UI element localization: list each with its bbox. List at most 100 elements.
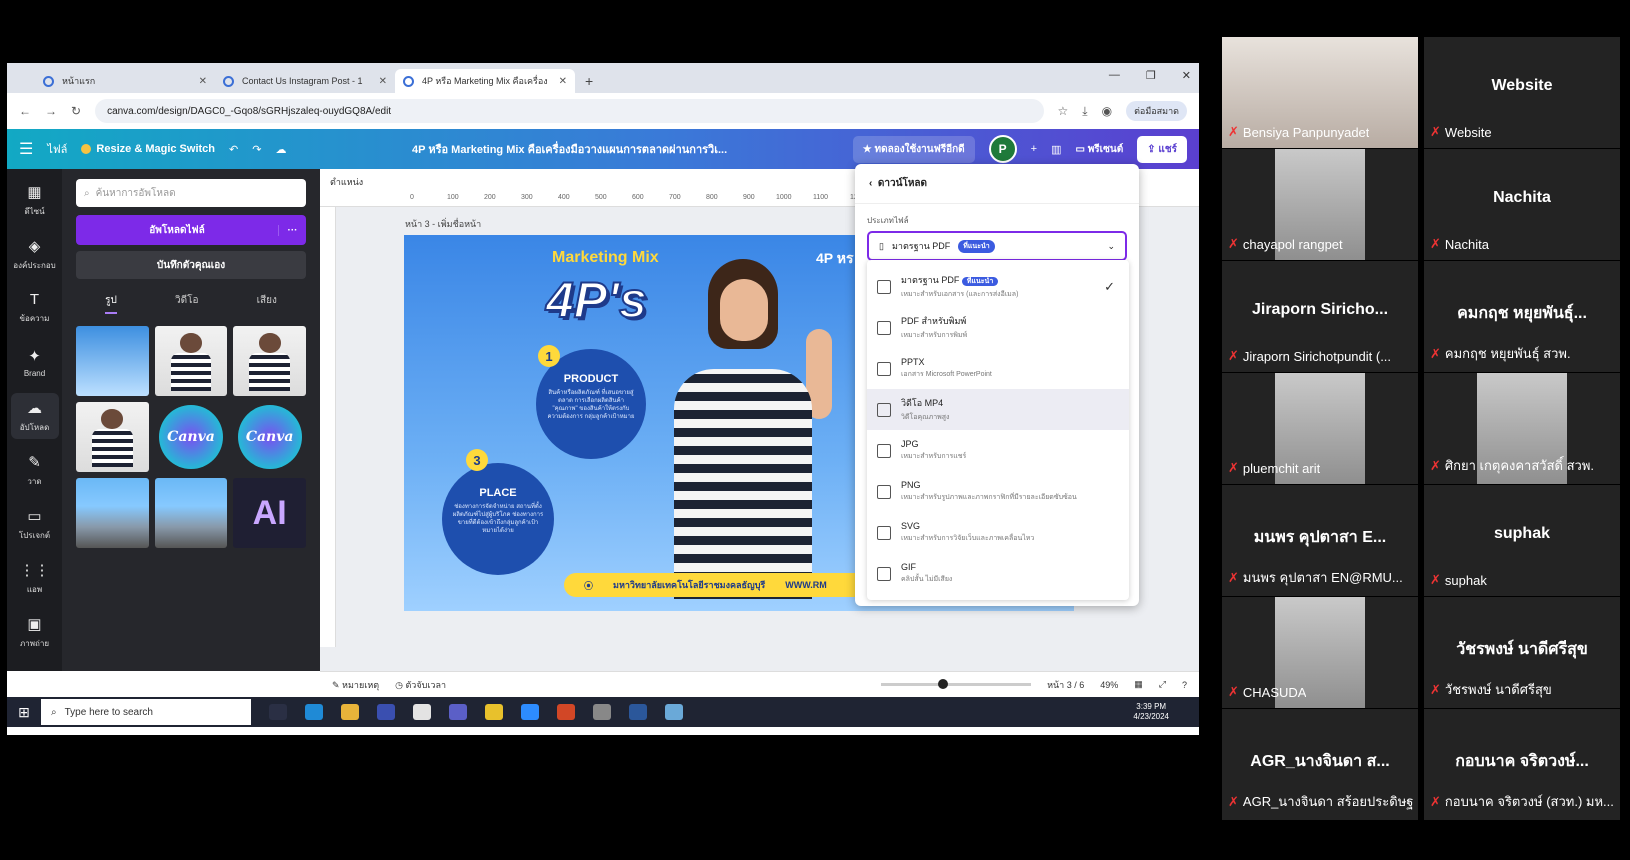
forward-icon[interactable]: → [45,104,57,118]
notes-button[interactable]: ✎ หมายเหตุ [332,678,379,692]
restore-icon[interactable]: ❐ [1146,69,1156,82]
notepad-icon[interactable] [665,704,683,720]
tab-videos[interactable]: วิดีโอ [175,293,199,314]
participant-tile[interactable]: ✗ ศิกยา เกตุคงคาสวัสดิ์ สวพ. [1424,373,1620,484]
teams-icon[interactable] [449,704,467,720]
rail-draw[interactable]: ✎ วาด [11,447,59,493]
minimize-icon[interactable]: — [1109,69,1120,82]
participant-tile[interactable]: AGR_นางจินดา ส... ✗ AGR_นางจินดา สร้อยประด… [1222,709,1418,820]
rail-projects[interactable]: ▭ โปรเจกต์ [11,501,59,547]
grid-view-icon[interactable]: ▦ [1134,679,1143,690]
participant-tile[interactable]: วัชรพงษ์ นาดีศรีสุข ✗ วัชรพงษ์ นาดีศรีสุข [1424,597,1620,708]
download-icon[interactable]: ⤓ [1082,104,1087,119]
zoom-level[interactable]: 49% [1100,680,1118,690]
zoom-slider[interactable] [881,679,1032,689]
browser-tab-contact[interactable]: Contact Us Instagram Post - 1 ✕ [215,69,395,93]
upload-search[interactable]: ⌕ ค้นหาการอัพโหลด [76,179,306,207]
participant-tile[interactable]: ✗ pluemchit arit [1222,373,1418,484]
thumbnail-woman[interactable] [233,326,306,396]
system-clock[interactable]: 3:39 PM 4/23/2024 [1133,702,1169,722]
option-pdf-print[interactable]: PDF สำหรับพิมพ์ เหมาะสำหรับการพิมพ์ [867,307,1129,348]
upload-files-button[interactable]: อัพโหลดไฟล์ ··· [76,215,306,245]
option-jpg[interactable]: JPG เหมาะสำหรับการแชร์ [867,430,1129,471]
back-icon[interactable]: ← [19,104,31,118]
option-standard-pdf[interactable]: มาตรฐาน PDF ที่แนะนำ เหมาะสำหรับเอกสาร (แ… [867,266,1129,307]
present-button[interactable]: ▭ พรีเซนต์ [1075,142,1123,157]
undo-icon[interactable]: ↶ [229,143,238,156]
taskbar-search[interactable]: ⌕ Type here to search [41,699,251,725]
rail-text[interactable]: T ข้อความ [11,285,59,331]
powerpoint-icon[interactable] [557,704,575,720]
thumbnail-city[interactable] [76,478,149,548]
participant-tile[interactable]: ✗ chayapol rangpet [1222,149,1418,260]
mail-icon[interactable] [413,704,431,720]
file-type-select[interactable]: ▯ มาตรฐาน PDF ที่แนะนำ ⌄ [867,231,1127,261]
insights-icon[interactable]: ▥ [1051,143,1061,156]
task-view-icon[interactable] [269,704,287,720]
thumbnail-woman[interactable] [76,402,149,472]
bookmark-star-icon[interactable]: ☆ [1058,104,1069,118]
thumbnail-canva-logo[interactable]: Canva [155,402,228,472]
add-collaborator-icon[interactable]: + [1031,143,1037,155]
back-chevron-icon[interactable]: ‹ [869,178,872,189]
record-yourself-button[interactable]: บันทึกตัวคุณเอง [76,251,306,279]
browser-tab-home[interactable]: หน้าแรก ✕ [35,69,215,93]
help-icon[interactable]: ? [1182,680,1187,690]
participant-tile[interactable]: ✗ CHASUDA [1222,597,1418,708]
rail-photos[interactable]: ▣ ภาพถ่าย [11,609,59,655]
close-tab-icon[interactable]: ✕ [199,76,207,87]
participant-tile[interactable]: กอบนาค จริตวงษ์... ✗ กอบนาค จริตวงษ์ (สวท.… [1424,709,1620,820]
thumbnail-ai-logo[interactable]: AI [233,478,306,548]
page-counter[interactable]: หน้า 3 / 6 [1047,678,1084,692]
thumbnail-woman[interactable] [154,326,228,396]
menu-icon[interactable]: ☰ [19,139,33,159]
rail-elements[interactable]: ◈ องค์ประกอบ [11,231,59,277]
chrome-icon[interactable] [485,704,503,720]
word-icon[interactable] [629,704,647,720]
url-field[interactable]: canva.com/design/DAGC0_-Gqo8/sGRHjszaleq… [95,99,1044,123]
participant-tile[interactable]: คมกฤช หยุยพันธุ์... ✗ คมกฤช หยุยพันธุ์ สวพ… [1424,261,1620,372]
rail-apps[interactable]: ⋮⋮ แอพ [11,555,59,601]
thumbnail-sky[interactable] [76,326,149,396]
cloud-save-icon[interactable]: ☁ [275,143,286,156]
option-pptx[interactable]: PPTX เอกสาร Microsoft PowerPoint [867,348,1129,389]
edge-icon[interactable] [305,704,323,720]
rail-uploads[interactable]: ☁ อัปโหลด [10,393,59,439]
page-title[interactable]: หน้า 3 - เพิ่มชื่อหน้า [405,217,481,231]
option-png[interactable]: PNG เหมาะสำหรับรูปภาพและภาพกราฟิกที่มีราย… [867,471,1129,512]
browser-tab-active[interactable]: 4P หรือ Marketing Mix คือเครื่อง ✕ [395,69,575,93]
fullscreen-icon[interactable]: ⤢ [1159,679,1166,690]
participant-tile[interactable]: suphak ✗ suphak [1424,485,1620,596]
profile-button[interactable]: ต่อมือสมาด [1126,101,1187,121]
rail-brand[interactable]: ✦ Brand [11,339,59,385]
new-tab-icon[interactable]: + [585,73,593,89]
tab-images[interactable]: รูป [105,293,117,314]
reload-icon[interactable]: ↻ [71,104,81,118]
rail-design[interactable]: ▦ ดีไซน์ [11,177,59,223]
magic-switch-button[interactable]: Resize & Magic Switch [81,143,215,155]
participant-tile[interactable]: ✗ Bensiya Panpunyadet [1222,37,1418,148]
option-svg[interactable]: SVG เหมาะสำหรับการวิจัยเว็บและภาพเคลื่อนไ… [867,512,1129,553]
photos-icon[interactable] [593,704,611,720]
zoom-knob[interactable] [938,679,949,689]
redo-icon[interactable]: ↷ [252,143,261,156]
tab-audio[interactable]: เสียง [257,293,277,314]
participant-tile[interactable]: มนพร คุปตาสา E... ✗ มนพร คุปตาสา EN@RMU... [1222,485,1418,596]
design-title[interactable]: 4P หรือ Marketing Mix คือเครื่องมือวางแผ… [300,140,838,158]
timer-button[interactable]: ◷ ตัวจับเวลา [395,678,446,692]
more-options-icon[interactable]: ··· [278,224,306,236]
thumbnail-city[interactable] [154,478,228,548]
zoom-icon[interactable] [521,704,539,720]
free-trial-button[interactable]: ★ ทดลองใช้งานฟรีอีกดี [852,135,975,163]
close-tab-icon[interactable]: ✕ [379,76,387,87]
share-button[interactable]: ⇪ แชร์ [1137,135,1187,163]
participant-tile[interactable]: Website ✗ Website [1424,37,1620,148]
participant-tile[interactable]: Nachita ✗ Nachita [1424,149,1620,260]
store-icon[interactable] [377,704,395,720]
close-window-icon[interactable]: ✕ [1182,69,1191,82]
close-tab-icon[interactable]: ✕ [559,76,567,87]
option-gif[interactable]: GIF คลิปสั้น ไม่มีเสียง [867,553,1129,594]
avatar[interactable]: P [988,135,1017,163]
participant-tile[interactable]: Jiraporn Siricho... ✗ Jiraporn Sirichotpun… [1222,261,1418,372]
file-menu[interactable]: ไฟล์ [47,140,67,158]
